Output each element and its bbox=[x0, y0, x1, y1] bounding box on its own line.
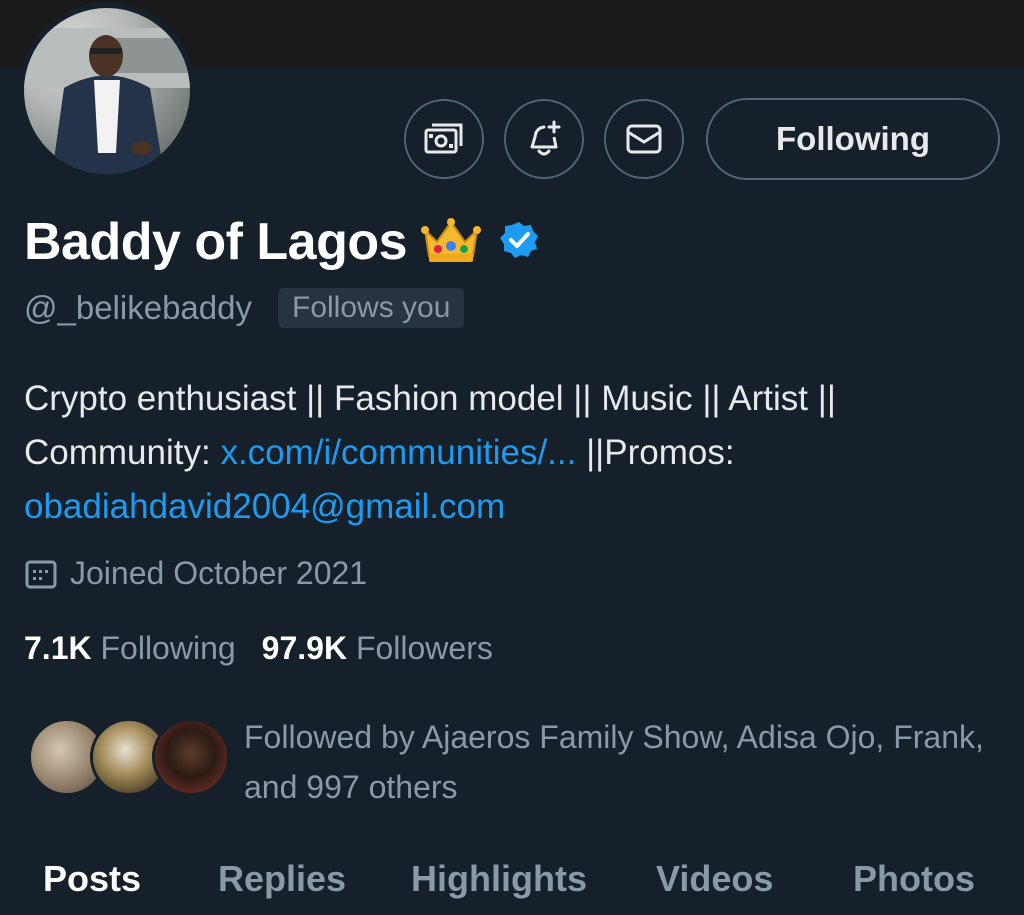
message-button[interactable] bbox=[604, 99, 684, 179]
tab-posts[interactable]: Posts bbox=[43, 858, 141, 900]
followers-count: 97.9K bbox=[261, 630, 348, 666]
name-row: Baddy of Lagos bbox=[24, 212, 539, 272]
handle-row: @_belikebaddy Follows you bbox=[24, 288, 465, 328]
mutual-avatars bbox=[28, 712, 230, 802]
profile-actions: Following bbox=[404, 98, 1000, 180]
tip-button[interactable] bbox=[404, 99, 484, 179]
tab-replies[interactable]: Replies bbox=[218, 858, 346, 900]
bio-line2-prefix: Community: bbox=[24, 433, 221, 472]
mutual-avatar bbox=[152, 718, 230, 796]
joined-text: Joined October 2021 bbox=[70, 555, 368, 591]
verified-badge-icon[interactable] bbox=[499, 220, 539, 265]
avatar-photo bbox=[24, 8, 190, 174]
profile-avatar[interactable] bbox=[18, 2, 196, 180]
avatar-photo-figure bbox=[24, 28, 190, 174]
joined-date: Joined October 2021 bbox=[24, 555, 367, 592]
user-handle: @_belikebaddy bbox=[24, 289, 252, 326]
followed-by-section[interactable]: Followed by Ajaeros Family Show, Adisa O… bbox=[28, 712, 984, 812]
notifications-button[interactable] bbox=[504, 99, 584, 179]
following-label: Following bbox=[100, 630, 236, 666]
email-link[interactable]: obadiahdavid2004@gmail.com bbox=[24, 487, 505, 526]
bio-line2-suffix: ||Promos: bbox=[576, 433, 735, 472]
message-icon bbox=[626, 124, 662, 154]
following-stat[interactable]: 7.1K Following bbox=[24, 630, 236, 667]
crown-icon bbox=[421, 216, 482, 269]
profile-bio: Crypto enthusiast || Fashion model || Mu… bbox=[24, 372, 1004, 534]
follow-stats: 7.1K Following 97.9K Followers bbox=[24, 630, 519, 667]
bio-line1: Crypto enthusiast || Fashion model || Mu… bbox=[24, 379, 836, 418]
display-name: Baddy of Lagos bbox=[24, 213, 408, 271]
followed-by-text: Followed by Ajaeros Family Show, Adisa O… bbox=[244, 719, 984, 805]
tab-photos[interactable]: Photos bbox=[853, 858, 975, 900]
community-link[interactable]: x.com/i/communities/... bbox=[220, 433, 576, 472]
followers-label: Followers bbox=[355, 630, 493, 666]
money-icon bbox=[424, 123, 463, 154]
follows-you-badge: Follows you bbox=[278, 288, 465, 328]
calendar-icon bbox=[25, 560, 57, 588]
notification-bell-icon bbox=[530, 120, 561, 156]
tab-highlights[interactable]: Highlights bbox=[411, 858, 587, 900]
following-count: 7.1K bbox=[24, 630, 92, 666]
following-button[interactable]: Following bbox=[706, 98, 1000, 180]
followers-stat[interactable]: 97.9K Followers bbox=[262, 630, 493, 667]
tab-videos[interactable]: Videos bbox=[656, 858, 773, 900]
